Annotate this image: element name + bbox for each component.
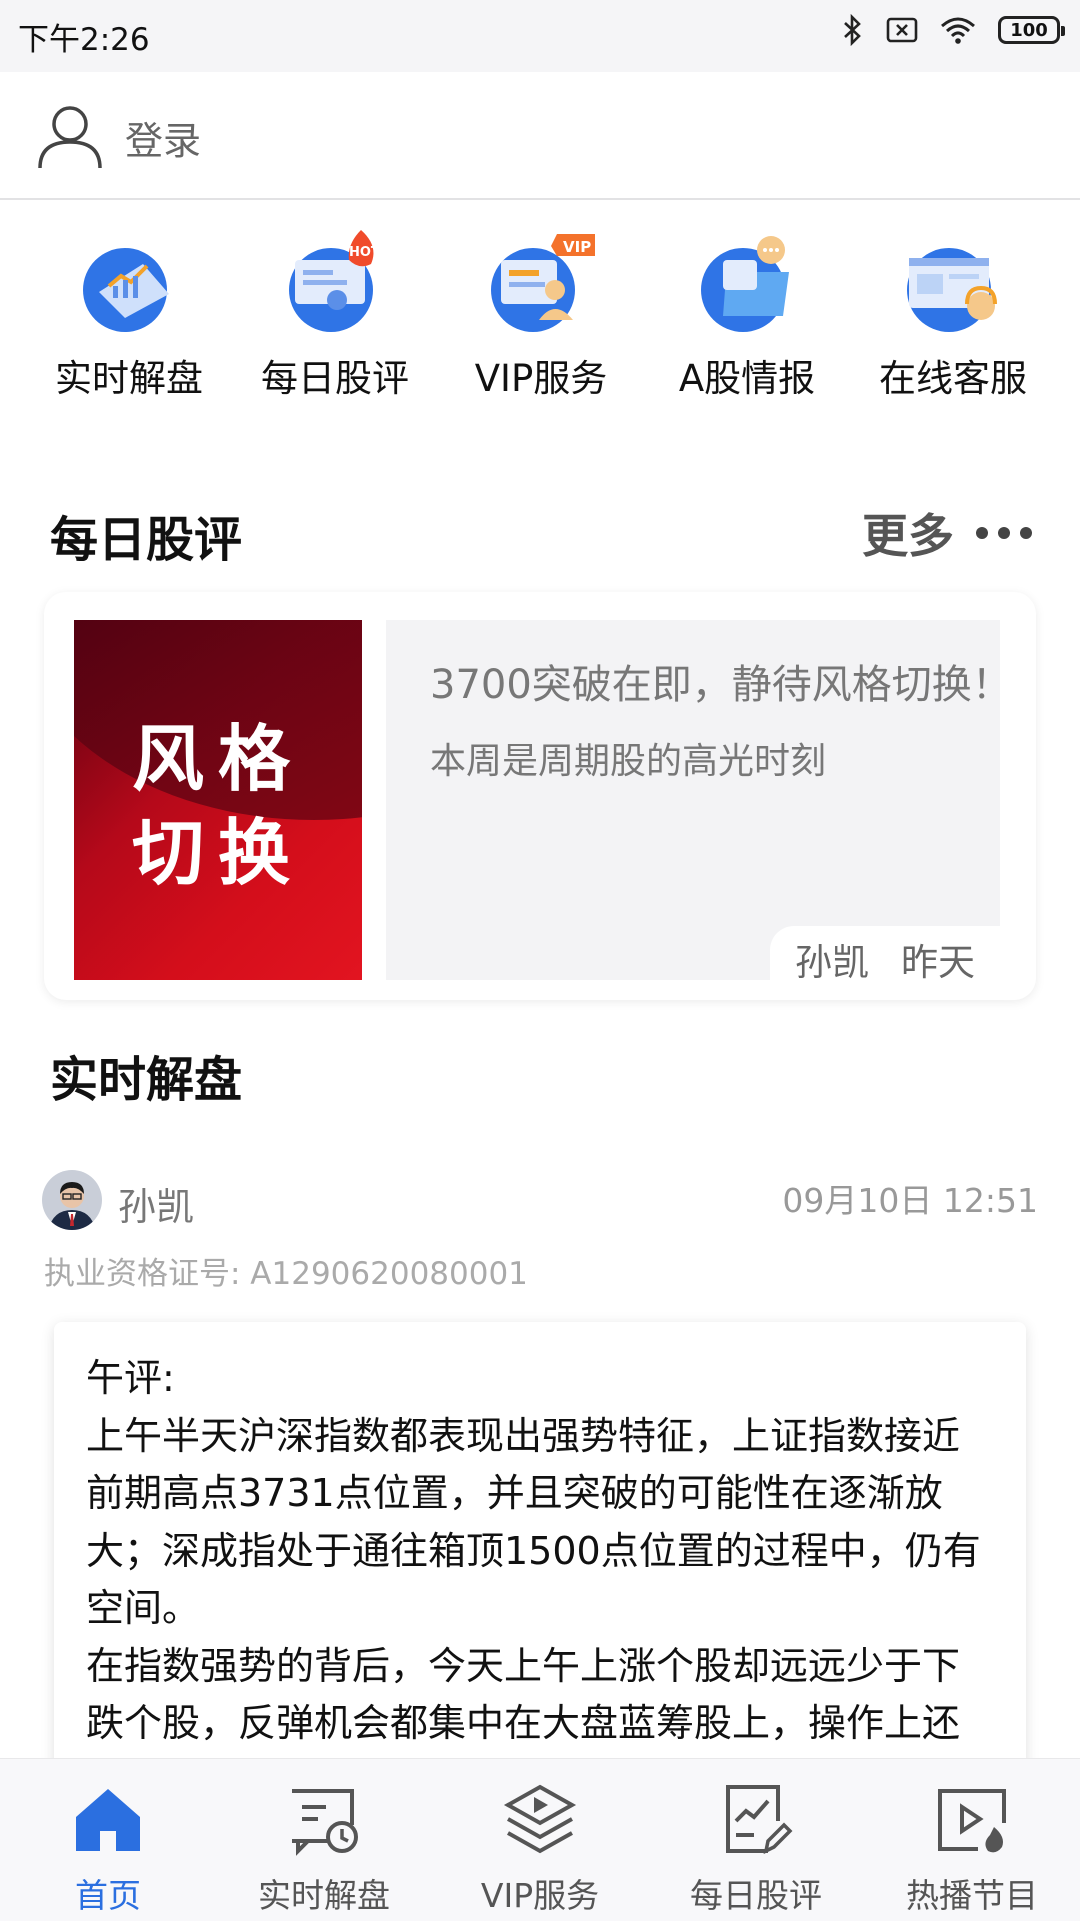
nav-live-analysis[interactable]: 实时解盘 (224, 1781, 424, 1917)
user-avatar-icon (38, 106, 102, 169)
chart-laptop-icon (83, 248, 169, 332)
post-paragraph: 午评: (86, 1356, 175, 1400)
quick-entry-daily-review[interactable]: HOT 每日股评 (240, 220, 430, 402)
nav-label: 首页 (75, 1876, 141, 1915)
more-button[interactable]: 更多 (862, 500, 1032, 566)
post-content: 午评: 上午半天沪深指数都表现出强势特征，上证指数接近前期高点3731点位置，并… (86, 1350, 996, 1810)
nav-home[interactable]: 首页 (8, 1781, 208, 1917)
daily-review-title: 每日股评 (50, 512, 243, 568)
license-number: 执业资格证号: A1290620080001 (44, 1256, 528, 1292)
review-meta: 孙凯 昨天 (770, 926, 1000, 992)
quick-entry-grid: 实时解盘 HOT 每日股评 VIP VIP服务 A股情报 在线客服 (0, 220, 1080, 400)
live-analysis-title: 实时解盘 (50, 1052, 243, 1108)
svg-text:HOT: HOT (349, 245, 380, 260)
post-timestamp: 09月10日 12:51 (782, 1181, 1038, 1220)
nav-hot-shows[interactable]: 热播节目 (872, 1781, 1072, 1917)
review-date: 昨天 (901, 941, 975, 984)
bluetooth-icon (844, 14, 861, 46)
quick-entry-live-analysis[interactable]: 实时解盘 (34, 220, 224, 402)
nav-label: 热播节目 (906, 1876, 1038, 1915)
author-avatar[interactable] (42, 1170, 102, 1230)
review-author: 孙凯 (795, 941, 869, 984)
layers-play-icon (503, 1784, 577, 1854)
review-subtitle: 本周是周期股的高光时刻 (430, 741, 827, 782)
quick-entry-label: 每日股评 (261, 357, 409, 400)
quick-entry-a-share-intel[interactable]: A股情报 (652, 220, 842, 402)
more-label: 更多 (862, 509, 954, 563)
status-time: 下午2:26 (18, 22, 150, 58)
folder-chat-icon (701, 236, 789, 332)
hot-video-icon (938, 1789, 1006, 1853)
quick-entry-label: 在线客服 (879, 357, 1027, 400)
author-name[interactable]: 孙凯 (118, 1176, 194, 1231)
nav-daily-review[interactable]: 每日股评 (656, 1781, 856, 1917)
live-chat-clock-icon (292, 1789, 358, 1856)
home-icon (76, 1789, 140, 1851)
login-label[interactable]: 登录 (125, 110, 201, 165)
headset-support-icon (907, 248, 997, 332)
quick-entry-label: 实时解盘 (55, 357, 203, 400)
battery-icon: 100 (998, 16, 1065, 44)
nav-vip-service[interactable]: VIP服务 (440, 1781, 640, 1917)
thumbnail-text: 风格 切换 (131, 717, 304, 895)
quick-entry-vip-service[interactable]: VIP VIP服务 (446, 220, 636, 402)
login-button[interactable] (36, 102, 104, 174)
svg-text:VIP: VIP (563, 238, 591, 256)
quick-entry-label: A股情报 (678, 357, 816, 400)
nav-label: 每日股评 (690, 1876, 822, 1915)
quick-entry-label: VIP服务 (474, 357, 608, 400)
quick-entry-online-support[interactable]: 在线客服 (858, 220, 1048, 402)
review-card[interactable]: 风格 切换 3700突破在即，静待风格切换！ 本周是周期股的高光时刻 孙凯 昨天 (44, 592, 1036, 1000)
wifi-icon (941, 17, 975, 44)
ellipsis-icon (976, 527, 1032, 539)
bottom-nav: 首页 实时解盘 VIP服务 每日股评 热播节目 (0, 1758, 1080, 1921)
nav-label: VIP服务 (480, 1876, 600, 1915)
hot-review-icon: HOT (289, 230, 380, 332)
post-paragraph: 上午半天沪深指数都表现出强势特征，上证指数接近前期高点3731点位置，并且突破的… (86, 1413, 981, 1631)
vip-service-icon: VIP (491, 234, 595, 332)
review-title: 3700突破在即，静待风格切换！ (430, 662, 1000, 708)
nav-label: 实时解盘 (258, 1876, 390, 1915)
header: 登录 (0, 72, 1080, 200)
document-chart-edit-icon (726, 1785, 793, 1855)
review-thumbnail: 风格 切换 (74, 620, 362, 980)
status-icons: 100 (842, 14, 1065, 46)
status-bar: 下午2:26 100 (0, 0, 1080, 72)
no-sim-icon (886, 17, 918, 43)
avatar (42, 1170, 102, 1230)
